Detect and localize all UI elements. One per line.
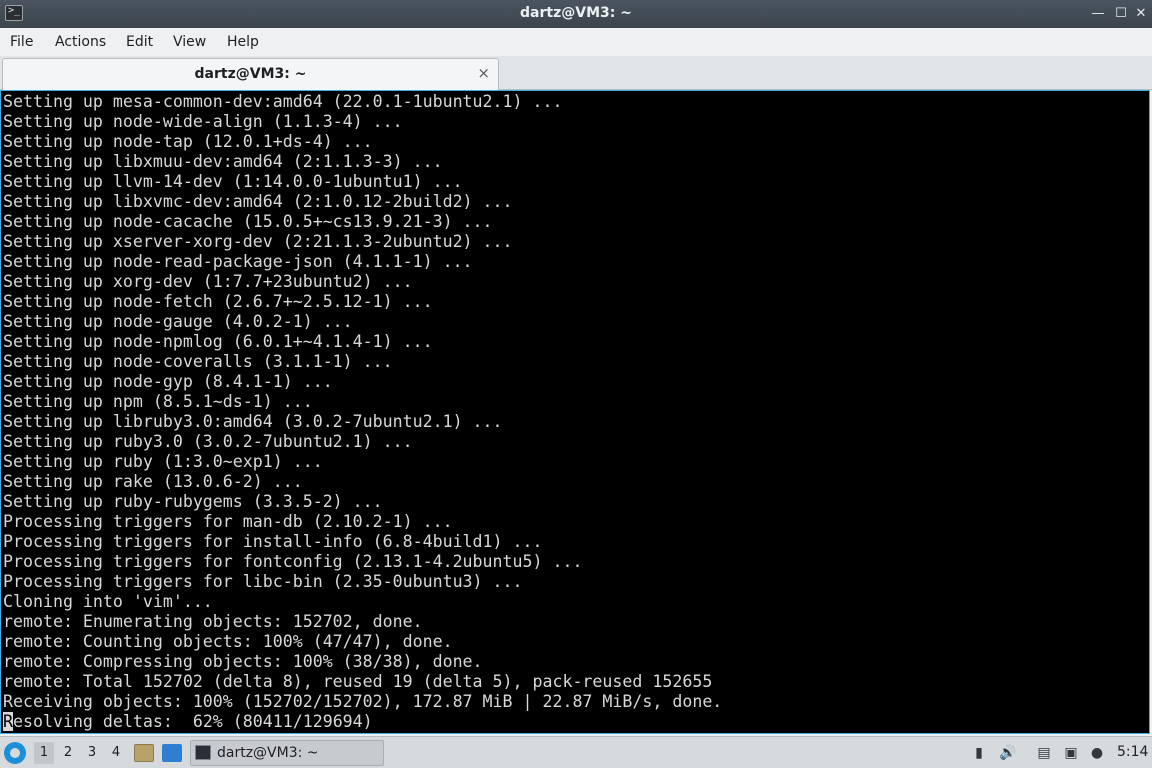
terminal-line: Setting up llvm-14-dev (1:14.0.0-1ubuntu… — [3, 172, 463, 191]
show-desktop-icon[interactable] — [162, 744, 182, 762]
terminal-output[interactable]: Setting up mesa-common-dev:amd64 (22.0.1… — [0, 90, 1150, 734]
tab-terminal[interactable]: dartz@VM3: ~ × — [2, 58, 499, 90]
terminal-line: Processing triggers for install-info (6.… — [3, 532, 543, 551]
terminal-line: Setting up node-coveralls (3.1.1-1) ... — [3, 352, 393, 371]
file-manager-icon[interactable] — [134, 744, 154, 762]
terminal-icon — [195, 745, 211, 760]
terminal-line: Resolving deltas: 62% (80411/129694) — [3, 712, 722, 732]
terminal-line: Cloning into 'vim'... — [3, 592, 213, 611]
terminal-line: remote: Enumerating objects: 152702, don… — [3, 612, 423, 631]
tab-close-icon[interactable]: × — [477, 64, 490, 82]
menu-edit[interactable]: Edit — [126, 34, 153, 50]
terminal-line: Processing triggers for man-db (2.10.2-1… — [3, 512, 453, 531]
terminal-line: Setting up node-wide-align (1.1.3-4) ... — [3, 112, 403, 131]
start-menu-icon[interactable] — [4, 742, 26, 764]
workspace-3[interactable]: 3 — [82, 742, 102, 764]
removable-media-icon[interactable]: ▮ — [970, 744, 988, 762]
menu-view[interactable]: View — [173, 34, 206, 50]
volume-icon[interactable]: 🔊 — [999, 744, 1017, 762]
menu-bar: File Actions Edit View Help — [0, 28, 1152, 56]
terminal-line: Setting up xorg-dev (1:7.7+23ubuntu2) ..… — [3, 272, 413, 291]
clock: 5:14 — [1117, 744, 1149, 760]
notification-icon[interactable]: ● — [1088, 744, 1106, 762]
terminal-line: Setting up ruby (1:3.0~exp1) ... — [3, 452, 323, 471]
workspace-2[interactable]: 2 — [58, 742, 78, 764]
terminal-line: Setting up node-cacache (15.0.5+~cs13.9.… — [3, 212, 493, 231]
terminal-line: Setting up node-gyp (8.4.1-1) ... — [3, 372, 333, 391]
title-bar[interactable]: >_ dartz@VM3: ~ — ☐ ✕ — [0, 0, 1152, 28]
terminal-line: remote: Total 152702 (delta 8), reused 1… — [3, 672, 713, 691]
terminal-line: remote: Counting objects: 100% (47/47), … — [3, 632, 453, 651]
network-icon[interactable]: ▣ — [1062, 744, 1080, 762]
tab-label: dartz@VM3: ~ — [194, 66, 307, 82]
terminal-line: Setting up node-read-package-json (4.1.1… — [3, 252, 473, 271]
terminal-line: Setting up node-tap (12.0.1+ds-4) ... — [3, 132, 373, 151]
terminal-line: Processing triggers for libc-bin (2.35-0… — [3, 572, 523, 591]
tab-bar: dartz@VM3: ~ × — [0, 56, 1152, 90]
terminal-line: Setting up mesa-common-dev:amd64 (22.0.1… — [3, 92, 563, 111]
menu-help[interactable]: Help — [227, 34, 259, 50]
terminal-line: Setting up xserver-xorg-dev (2:21.1.3-2u… — [3, 232, 513, 251]
window-title: dartz@VM3: ~ — [520, 5, 632, 21]
terminal-cursor: R — [3, 712, 13, 731]
terminal-line: Setting up libruby3.0:amd64 (3.0.2-7ubun… — [3, 412, 503, 431]
terminal-line: Setting up libxvmc-dev:amd64 (2:1.0.12-2… — [3, 192, 513, 211]
minimize-button[interactable]: — — [1088, 4, 1108, 24]
terminal-line: Setting up ruby3.0 (3.0.2-7ubuntu2.1) ..… — [3, 432, 413, 451]
terminal-line: Setting up ruby-rubygems (3.3.5-2) ... — [3, 492, 383, 511]
task-label: dartz@VM3: ~ — [217, 745, 319, 761]
terminal-line: Setting up node-gauge (4.0.2-1) ... — [3, 312, 353, 331]
terminal-line: Setting up node-fetch (2.6.7+~2.5.12-1) … — [3, 292, 433, 311]
workspace-1[interactable]: 1 — [34, 742, 54, 764]
terminal-line: Setting up npm (8.5.1~ds-1) ... — [3, 392, 313, 411]
workspace-4[interactable]: 4 — [106, 742, 126, 764]
terminal-window: >_ dartz@VM3: ~ — ☐ ✕ File Actions Edit … — [0, 0, 1152, 736]
maximize-button[interactable]: ☐ — [1111, 4, 1131, 24]
terminal-line: Setting up libxmuu-dev:amd64 (2:1.1.3-3)… — [3, 152, 443, 171]
menu-file[interactable]: File — [10, 34, 33, 50]
terminal-text: Setting up mesa-common-dev:amd64 (22.0.1… — [3, 92, 722, 732]
terminal-line: Setting up node-npmlog (6.0.1+~4.1.4-1) … — [3, 332, 433, 351]
terminal-line: remote: Compressing objects: 100% (38/38… — [3, 652, 483, 671]
clipboard-icon[interactable]: ▤ — [1035, 744, 1053, 762]
terminal-line: Receiving objects: 100% (152702/152702),… — [3, 692, 723, 711]
menu-actions[interactable]: Actions — [55, 34, 106, 50]
terminal-line: Setting up rake (13.0.6-2) ... — [3, 472, 303, 491]
terminal-line: Processing triggers for fontconfig (2.13… — [3, 552, 583, 571]
close-window-button[interactable]: ✕ — [1131, 4, 1151, 24]
terminal-line-text: esolving deltas: 62% (80411/129694) — [13, 712, 373, 731]
taskbar-task-terminal[interactable]: dartz@VM3: ~ — [190, 740, 384, 766]
taskbar: 1 2 3 4 dartz@VM3: ~ ▮ 🔊 ▤ ▣ ● 5:14 — [0, 736, 1152, 768]
